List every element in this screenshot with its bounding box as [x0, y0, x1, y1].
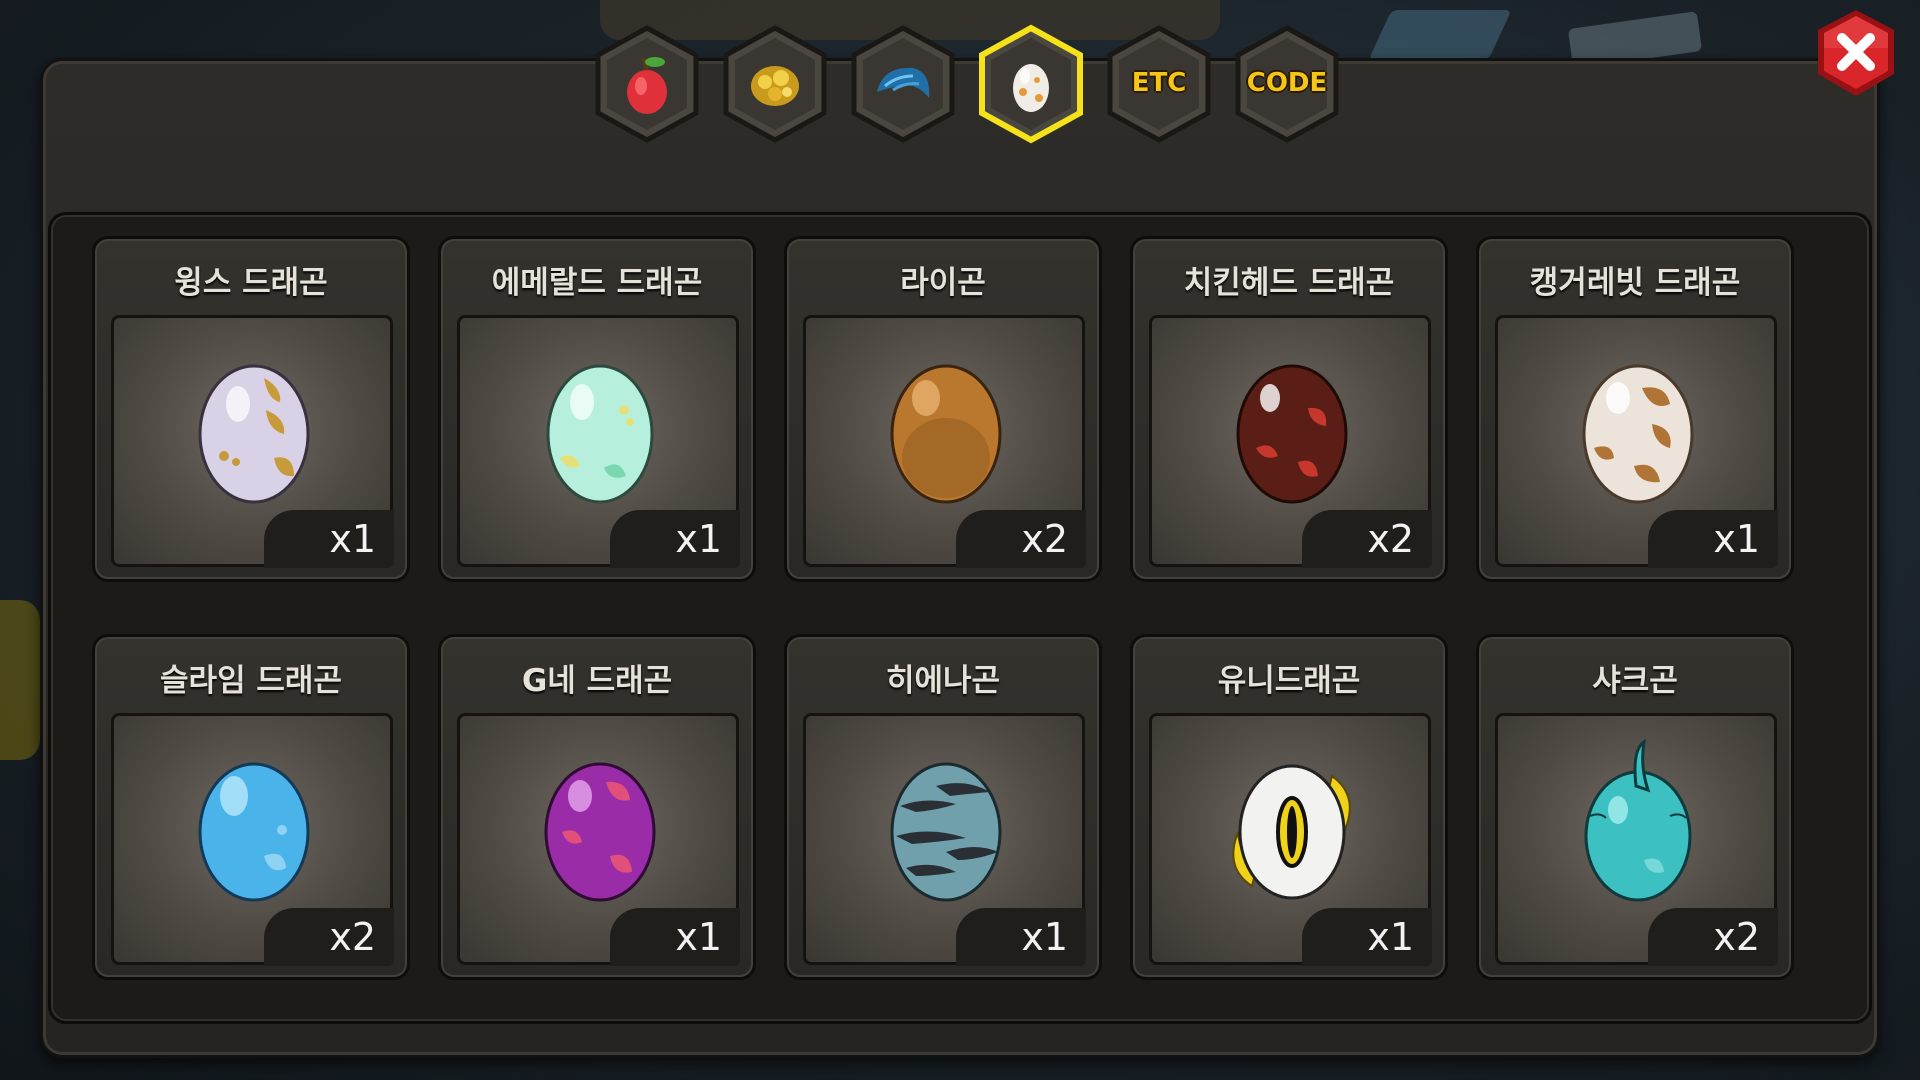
item-name: 샤크곤 [1592, 663, 1678, 699]
item-name: 유니드래곤 [1217, 663, 1361, 699]
item-name: 캥거레빗 드래곤 [1529, 265, 1741, 301]
item-name: 히에나곤 [885, 663, 1001, 699]
item-slot: x2 [803, 315, 1086, 568]
item-quantity: x2 [264, 908, 394, 966]
emerald-dragon-egg-icon [546, 364, 654, 504]
background-shape [0, 600, 40, 760]
item-card[interactable]: 히에나곤 x1 [784, 634, 1102, 980]
item-slot: x1 [457, 713, 740, 966]
item-quantity: x1 [1302, 908, 1432, 966]
item-card[interactable]: 캥거레빗 드래곤 x1 [1476, 236, 1794, 582]
tab-fruit[interactable] [592, 24, 702, 144]
tab-egg[interactable] [976, 24, 1086, 144]
item-quantity: x2 [1648, 908, 1778, 966]
dragon-scale-icon [877, 67, 930, 98]
item-quantity: x1 [264, 510, 394, 568]
hyenagon-egg-icon [890, 762, 1002, 902]
tab-code-label: CODE [1246, 68, 1328, 98]
egg-icon [1013, 64, 1049, 112]
item-slot: x1 [1495, 315, 1778, 568]
gold-ore-icon [751, 66, 799, 106]
tab-etc[interactable]: ETC [1104, 24, 1214, 144]
tab-dragon-scale[interactable] [848, 24, 958, 144]
item-quantity: x2 [956, 510, 1086, 568]
close-icon [1818, 10, 1894, 96]
item-slot: x1 [457, 315, 740, 568]
chickenhead-dragon-egg-icon [1236, 364, 1348, 504]
item-quantity: x1 [956, 908, 1086, 966]
item-slot: x2 [1149, 315, 1432, 568]
item-name: 에메랄드 드래곤 [491, 265, 703, 301]
item-card[interactable]: 샤크곤 x2 [1476, 634, 1794, 980]
tab-etc-label: ETC [1131, 68, 1187, 98]
category-tabs: ETC CODE [592, 14, 1352, 144]
item-quantity: x1 [610, 908, 740, 966]
item-name: 치킨헤드 드래곤 [1183, 265, 1395, 301]
wings-dragon-egg-icon [198, 364, 310, 504]
item-name: G네 드래곤 [521, 663, 673, 699]
item-card[interactable]: 에메랄드 드래곤 x1 [438, 236, 756, 582]
sharkgon-egg-icon [1584, 738, 1692, 902]
item-quantity: x2 [1302, 510, 1432, 568]
close-button[interactable] [1810, 8, 1902, 100]
item-card[interactable]: 유니드래곤 x1 [1130, 634, 1448, 980]
fruit-icon [627, 57, 667, 114]
item-card[interactable]: 라이곤 x2 [784, 236, 1102, 582]
tab-code[interactable]: CODE [1232, 24, 1342, 144]
uni-dragon-egg-icon [1232, 764, 1351, 900]
item-name: 슬라임 드래곤 [160, 663, 342, 699]
g-dragon-egg-icon [544, 762, 656, 902]
item-card[interactable]: 윙스 드래곤 x1 [92, 236, 410, 582]
item-quantity: x1 [1648, 510, 1778, 568]
kangarabbit-dragon-egg-icon [1582, 364, 1694, 504]
raigon-egg-icon [890, 364, 1002, 504]
item-card[interactable]: 치킨헤드 드래곤 x2 [1130, 236, 1448, 582]
background-shape [1368, 10, 1512, 60]
item-card[interactable]: 슬라임 드래곤 x2 [92, 634, 410, 980]
item-slot: x2 [111, 713, 394, 966]
item-name: 윙스 드래곤 [174, 265, 328, 301]
item-name: 라이곤 [900, 265, 986, 301]
item-slot: x2 [1495, 713, 1778, 966]
item-quantity: x1 [610, 510, 740, 568]
item-slot: x1 [803, 713, 1086, 966]
item-card[interactable]: G네 드래곤 x1 [438, 634, 756, 980]
item-slot: x1 [1149, 713, 1432, 966]
tab-gold[interactable] [720, 24, 830, 144]
item-slot: x1 [111, 315, 394, 568]
slime-dragon-egg-icon [198, 762, 310, 902]
